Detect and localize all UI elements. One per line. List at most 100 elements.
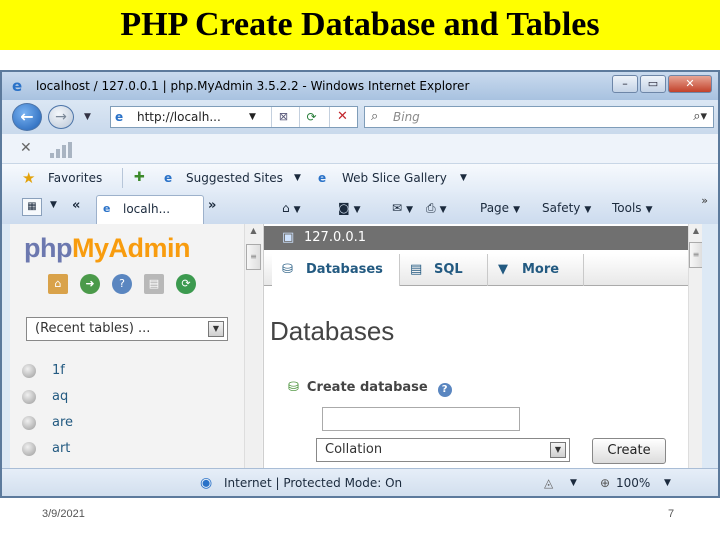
recent-tables-select[interactable]: (Recent tables) ... ▼: [26, 317, 228, 341]
scroll-up-icon[interactable]: ▲: [246, 226, 261, 241]
create-button[interactable]: Create: [592, 438, 666, 464]
chevron-down-icon[interactable]: ▼: [294, 164, 301, 192]
database-icon: [22, 364, 36, 378]
slide-title: PHP Create Database and Tables: [0, 0, 720, 50]
divider: [122, 168, 123, 188]
tools-menu[interactable]: Tools ▼: [612, 192, 652, 224]
database-item[interactable]: 1f: [22, 358, 242, 384]
page-icon: e: [115, 110, 124, 124]
main-scrollbar[interactable]: ▲ ≡: [688, 224, 702, 468]
server-breadcrumb: ▣ 127.0.0.1: [264, 226, 688, 250]
address-input[interactable]: http://localh...: [137, 107, 221, 127]
pma-navigation-pane: phpMyAdmin ⌂ ➜ ? ▤ ⟳ (Recent tables) ...…: [10, 224, 264, 468]
refresh-icon[interactable]: ⟳: [299, 107, 323, 127]
signal-bars-icon: [50, 142, 76, 158]
close-window-button[interactable]: ✕: [668, 75, 712, 93]
address-dropdown[interactable]: ▼: [249, 107, 256, 127]
chevron-down-icon[interactable]: ▼: [208, 321, 224, 337]
safety-menu[interactable]: Safety ▼: [542, 192, 591, 224]
page-icon: e: [103, 202, 111, 215]
window-title: localhost / 127.0.0.1 | php.MyAdmin 3.5.…: [36, 79, 470, 93]
scroll-thumb[interactable]: ≡: [689, 242, 702, 268]
phpmyadmin-logo[interactable]: phpMyAdmin: [24, 232, 190, 264]
forward-button[interactable]: →: [48, 105, 74, 129]
recent-pages-dropdown[interactable]: ▼: [84, 112, 91, 122]
maximize-button[interactable]: ▭: [640, 75, 666, 93]
suggested-sites-icon: e: [164, 171, 173, 185]
status-bar: ◉ Internet | Protected Mode: On ◬ ▼ ⊕ 10…: [2, 468, 718, 496]
database-item[interactable]: aq: [22, 384, 242, 410]
web-slice-gallery-link[interactable]: Web Slice Gallery: [342, 164, 447, 192]
navigation-scrollbar[interactable]: ▲ ≡: [244, 224, 262, 468]
scroll-up-icon[interactable]: ▲: [689, 226, 702, 240]
address-bar[interactable]: e http://localh... ▼ ⊠ ⟳ ✕: [110, 106, 358, 128]
pma-main-pane: ▣ 127.0.0.1 ⛁ Databases ▤ SQL ▼ More Dat…: [264, 224, 702, 468]
server-link[interactable]: 127.0.0.1: [304, 226, 366, 250]
chevron-down-icon[interactable]: ▼: [664, 469, 671, 496]
help-icon[interactable]: ?: [437, 383, 452, 397]
tab-databases[interactable]: ⛁ Databases: [272, 254, 400, 286]
home-icon[interactable]: ⌂: [48, 274, 68, 294]
suggested-sites-link[interactable]: Suggested Sites: [186, 164, 283, 192]
help-icon[interactable]: ?: [112, 274, 132, 294]
tab-sql[interactable]: ▤ SQL: [400, 254, 488, 286]
database-icon: [22, 390, 36, 404]
database-icon: [22, 442, 36, 456]
page-title: Databases: [270, 316, 395, 346]
favorites-bar: ★ Favorites ✚ e Suggested Sites ▼ e Web …: [2, 164, 718, 192]
tab-list-dropdown[interactable]: ▼: [50, 200, 57, 210]
back-button[interactable]: ←: [12, 103, 42, 131]
search-icon: ⌕: [371, 109, 379, 124]
collation-select[interactable]: Collation ▼: [316, 438, 570, 462]
star-icon: ★: [22, 169, 36, 187]
tab-active[interactable]: e localh...: [96, 195, 204, 224]
address-row: ← → ▼ e http://localh... ▼ ⊠ ⟳ ✕ ⌕ Bing …: [2, 100, 718, 134]
pma-quick-icons: ⌂ ➜ ? ▤ ⟳: [48, 274, 196, 294]
server-icon: ▣: [282, 230, 295, 245]
search-input[interactable]: Bing: [393, 107, 420, 127]
minimize-button[interactable]: –: [612, 75, 638, 93]
search-box[interactable]: ⌕ Bing ⌕▾: [364, 106, 714, 128]
database-item[interactable]: are: [22, 410, 242, 436]
rss-icon[interactable]: ◙ ▼: [338, 192, 361, 224]
browser-window: e localhost / 127.0.0.1 | php.MyAdmin 3.…: [0, 70, 720, 498]
database-item[interactable]: art: [22, 436, 242, 462]
chevron-down-icon[interactable]: ▼: [570, 469, 577, 496]
add-database-icon: ⛁: [288, 380, 299, 395]
sql-icon: ▤: [410, 262, 423, 277]
window-controls: – ▭ ✕: [612, 75, 712, 93]
ie-logo-icon: e: [12, 77, 23, 95]
search-go-icon[interactable]: ⌕▾: [693, 107, 707, 127]
close-toolbar-icon[interactable]: ✕: [20, 140, 32, 156]
reload-icon[interactable]: ⟳: [176, 274, 196, 294]
web-slice-icon: e: [318, 171, 327, 185]
print-icon[interactable]: ⎙ ▼: [426, 192, 447, 224]
quick-tabs-icon[interactable]: ▦: [22, 198, 42, 216]
database-list: 1f aq are art: [22, 358, 242, 462]
favorites-button[interactable]: Favorites: [48, 164, 102, 192]
database-name-input[interactable]: [322, 407, 520, 431]
more-commands-icon[interactable]: »: [701, 194, 708, 207]
chevron-down-icon[interactable]: ▼: [460, 164, 467, 192]
tab-scroll-right[interactable]: »: [208, 198, 216, 213]
page-menu[interactable]: Page ▼: [480, 192, 520, 224]
logout-icon[interactable]: ➜: [80, 274, 100, 294]
globe-icon: ◉: [200, 475, 213, 491]
mail-icon[interactable]: ✉ ▼: [392, 192, 413, 224]
add-favorite-icon[interactable]: ✚: [134, 164, 145, 192]
toolbar-row: ✕: [2, 134, 718, 164]
slide-date: 3/9/2021: [42, 508, 85, 520]
window-titlebar: e localhost / 127.0.0.1 | php.MyAdmin 3.…: [2, 72, 718, 100]
scroll-thumb[interactable]: ≡: [246, 244, 261, 270]
home-icon[interactable]: ⌂ ▼: [282, 192, 301, 224]
stop-icon[interactable]: ✕: [329, 107, 355, 127]
zoom-level[interactable]: 100%: [616, 469, 650, 496]
tab-more[interactable]: ▼ More: [488, 254, 584, 286]
security-icon[interactable]: ◬: [544, 469, 553, 496]
tab-scroll-left[interactable]: «: [72, 198, 80, 213]
zoom-icon[interactable]: ⊕: [600, 469, 610, 496]
compatibility-view-icon[interactable]: ⊠: [271, 107, 295, 127]
chevron-down-icon[interactable]: ▼: [550, 442, 566, 458]
documentation-icon[interactable]: ▤: [144, 274, 164, 294]
slide-page-number: 7: [668, 508, 675, 520]
